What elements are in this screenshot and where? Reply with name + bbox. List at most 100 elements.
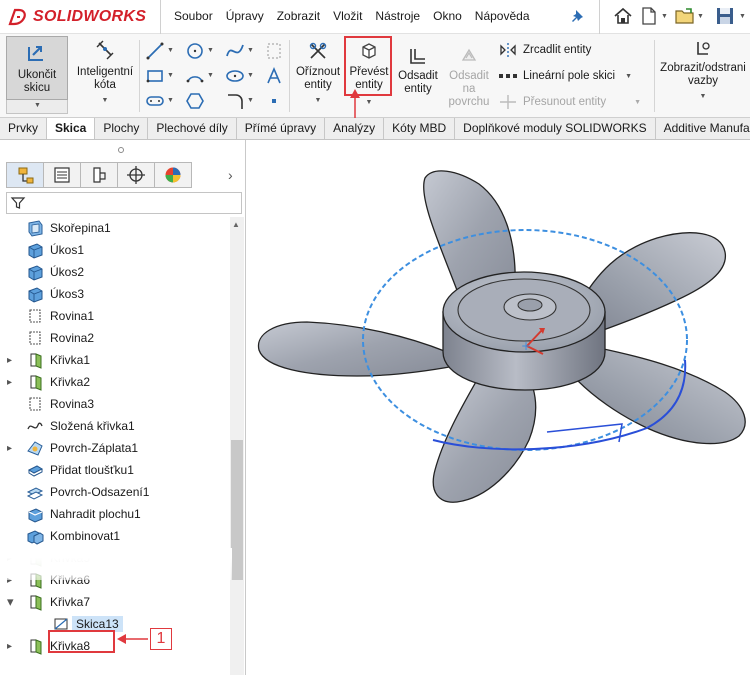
tree-item[interactable]: Nahradit plochu1 [0,503,230,525]
save-icon[interactable] [714,5,736,27]
tree-item[interactable]: Úkos1 [0,239,230,261]
menu-file[interactable]: Soubor [174,9,213,23]
mirror-entities-button[interactable]: Zrcadlit entity [498,42,591,58]
tree-item[interactable]: Úkos3 [0,283,230,305]
tab-mbd-dimensions[interactable]: Kóty MBD [384,118,456,139]
panel-grip[interactable] [118,147,124,153]
tree-item[interactable]: Úkos2 [0,261,230,283]
origin-icon: + [521,339,531,353]
menu-edit[interactable]: Úpravy [226,9,264,23]
exit-sketch-dropdown[interactable]: ▼ [6,100,68,114]
chevron-down-icon[interactable]: ▼ [207,72,214,79]
tree-item[interactable]: Skořepina1 [0,217,230,239]
arc-icon[interactable] [185,66,205,86]
fan-blade [432,379,537,503]
menu-insert[interactable]: Vložit [333,9,362,23]
tree-item[interactable]: Přidat tloušťku1 [0,459,230,481]
solidworks-window: SOLIDWORKS Soubor Úpravy Zobrazit Vložit… [0,0,750,675]
menu-tools[interactable]: Nástroje [375,9,420,23]
polygon-icon[interactable] [185,91,205,111]
slot-icon[interactable] [145,91,165,111]
offset-entities-button[interactable]: Odsadit entity [396,46,440,96]
chevron-down-icon[interactable]: ▼ [167,47,174,54]
chevron-down-icon[interactable]: ▼ [167,72,174,79]
pin-icon[interactable] [570,7,588,25]
linear-pattern-button[interactable]: Lineární pole skici ▼ [498,68,632,84]
expand-arrow-icon[interactable]: ▸ [7,355,12,366]
tree-item[interactable]: ▸ Křivka1 [0,349,230,371]
tree-item[interactable]: ▸ Povrch-Záplata1 [0,437,230,459]
chevron-down-icon[interactable]: ▼ [697,13,704,20]
collapse-arrow-icon[interactable]: ▾ [7,594,14,610]
chevron-down-icon[interactable]: ▼ [247,97,254,104]
spline-icon[interactable] [225,41,245,61]
tree-item[interactable]: Složená křivka1 [0,415,230,437]
dashed-rectangle-icon[interactable] [264,41,284,61]
menu-view[interactable]: Zobrazit [277,9,320,23]
circle-icon[interactable] [185,41,205,61]
thicken-icon [27,465,44,477]
tree-item[interactable]: Rovina1 [0,305,230,327]
rectangle-icon[interactable] [145,66,165,86]
smart-dimension-button[interactable]: Inteligentní kóta ▼ [72,40,138,107]
tree-item[interactable]: Kombinovat1 [0,525,230,547]
display-relations-button[interactable]: Zobrazit/odstrani vazby ▼ [656,40,750,103]
chevron-down-icon[interactable]: ▼ [739,13,746,20]
trim-entities-button[interactable]: Oříznout entity ▼ [293,40,343,107]
chevron-down-icon[interactable]: ▼ [247,72,254,79]
tree-item[interactable]: ▾ Křivka7 [0,591,230,613]
new-document-icon[interactable] [638,5,660,27]
offset-entities-label: entity [404,83,432,95]
solidworks-logo[interactable]: SOLIDWORKS [8,6,146,28]
dimxpert-manager-tab[interactable] [117,162,155,188]
chevron-down-icon[interactable]: ▼ [167,97,174,104]
tab-addins[interactable]: Doplňkové moduly SOLIDWORKS [455,118,656,139]
tree-scrollbar-thumb[interactable] [231,440,243,580]
tab-surfaces[interactable]: Plochy [95,118,149,139]
menu-window[interactable]: Okno [433,9,462,23]
tab-evaluate[interactable]: Analýzy [325,118,385,139]
divider [654,40,655,112]
feature-manager-panel: › ▲ Skořepina1 Úkos1 Úkos2 Úkos3 Rovina1 Rovi… [0,140,246,675]
open-folder-icon[interactable] [674,5,696,27]
menu-help[interactable]: Nápověda [475,9,530,23]
chevron-down-icon[interactable]: ▼ [661,13,668,20]
display-manager-tab[interactable] [154,162,192,188]
tree-item[interactable]: Skica13 [0,613,230,635]
tab-features[interactable]: Prvky [0,118,47,139]
scroll-up-arrow[interactable]: ▲ [232,220,240,229]
home-icon[interactable] [612,5,634,27]
surface-offset-icon [26,487,44,500]
chevron-down-icon[interactable]: ▼ [207,47,214,54]
fan-model[interactable]: + [247,140,750,675]
tree-item[interactable]: Rovina2 [0,327,230,349]
composite-curve-icon [27,422,43,430]
tree-item[interactable]: Rovina3 [0,393,230,415]
configuration-manager-tab[interactable] [80,162,118,188]
expand-arrow-icon[interactable]: ▸ [7,641,12,652]
tab-sketch[interactable]: Skica [47,118,96,139]
expand-arrow-icon[interactable]: ▸ [7,377,12,388]
point-icon[interactable] [264,91,284,111]
offset-on-surface-button[interactable]: Odsadit na povrchu [444,46,494,109]
chevron-down-icon[interactable]: ▼ [247,47,254,54]
tab-direct-editing[interactable]: Přímé úpravy [237,118,326,139]
exit-sketch-button[interactable]: Ukončit skicu [6,36,68,100]
move-entities-button[interactable]: Přesunout entity ▼ [498,94,641,110]
property-manager-tab[interactable] [43,162,81,188]
line-icon[interactable] [145,41,165,61]
tab-sheet-metal[interactable]: Plechové díly [148,118,237,139]
tab-additive-manufacturing[interactable]: Additive Manufa [656,118,750,139]
chevron-right-icon[interactable]: › [228,167,233,183]
text-icon[interactable] [264,66,284,86]
expand-arrow-icon[interactable]: ▸ [7,443,12,454]
graphics-area[interactable]: + [247,140,750,675]
tree-filter[interactable] [6,192,242,214]
tree-item[interactable]: ▸ Křivka8 [0,635,230,657]
tree-item-label: Nahradit plochu1 [50,507,141,521]
fillet-icon[interactable] [225,91,245,111]
feature-manager-tab[interactable] [6,162,44,188]
tree-item[interactable]: ▸ Křivka2 [0,371,230,393]
ellipse-icon[interactable] [225,66,245,86]
tree-item[interactable]: Povrch-Odsazení1 [0,481,230,503]
